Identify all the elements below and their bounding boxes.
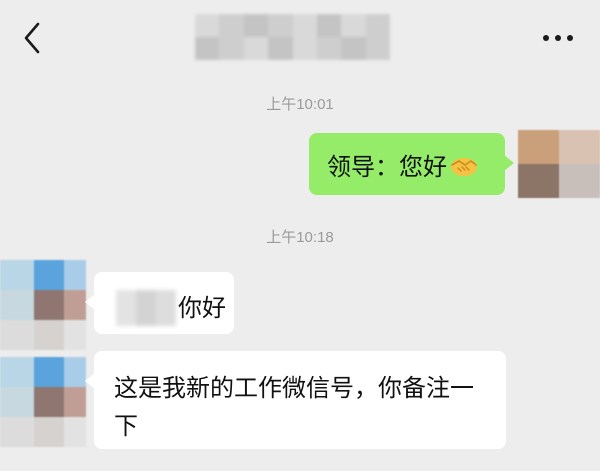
my-avatar[interactable] — [518, 130, 600, 198]
handshake-icon — [449, 153, 479, 185]
outgoing-message-bubble[interactable]: 领导：您好 — [309, 133, 514, 195]
message-timestamp: 上午10:01 — [266, 96, 334, 113]
more-horizontal-icon — [543, 35, 573, 41]
back-button[interactable] — [18, 20, 48, 56]
chat-header — [0, 0, 600, 80]
contact-avatar[interactable] — [0, 357, 86, 447]
message-text: 你好 — [178, 294, 226, 322]
message-text: 领导：您好 — [327, 153, 447, 181]
contact-name-blurred — [195, 14, 390, 60]
more-button[interactable] — [540, 30, 576, 46]
chevron-left-icon — [24, 22, 40, 54]
incoming-message-bubble[interactable]: 你好 — [85, 272, 234, 334]
message-timestamp: 上午10:18 — [266, 229, 334, 246]
contact-avatar[interactable] — [0, 260, 86, 350]
message-text: 这是我新的工作微信号，你备注一下 — [114, 374, 474, 440]
incoming-message-bubble[interactable]: 这是我新的工作微信号，你备注一下 — [85, 351, 506, 449]
blurred-name — [116, 290, 176, 326]
